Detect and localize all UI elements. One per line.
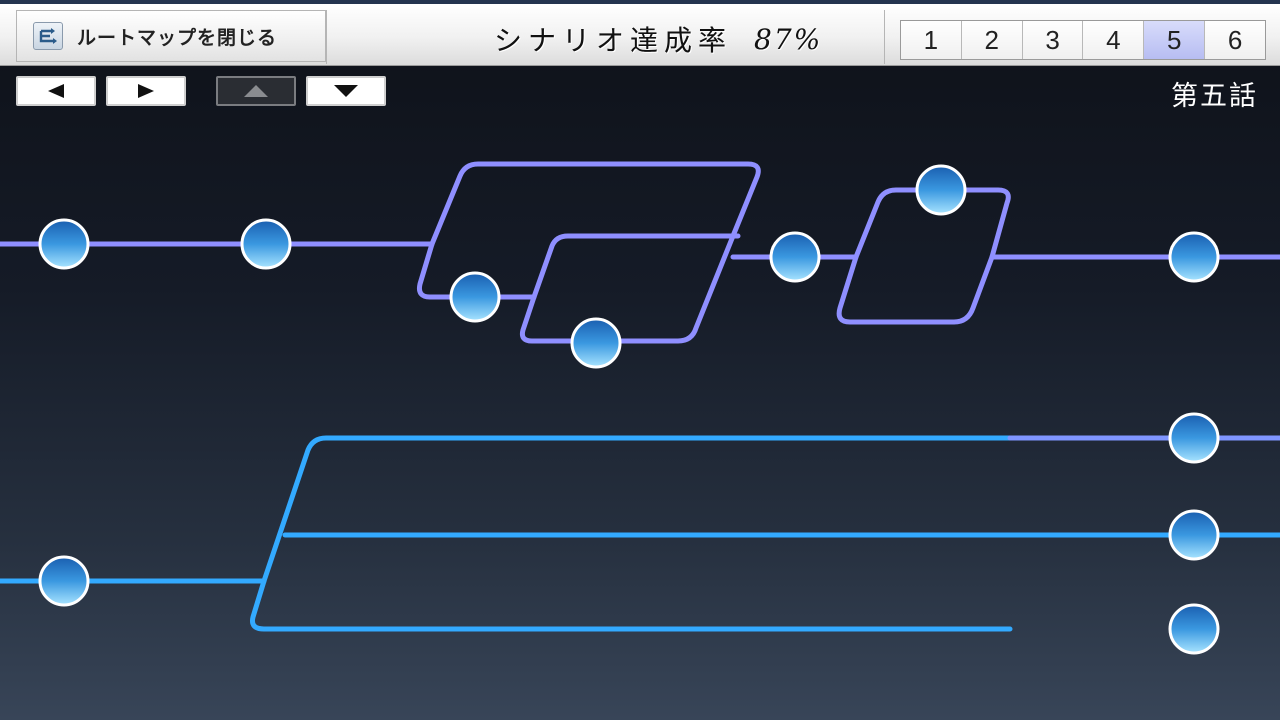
route-branch [429, 161, 761, 247]
route-branch [836, 254, 995, 325]
scenario-node[interactable] [38, 555, 90, 607]
scenario-node[interactable] [1168, 231, 1220, 283]
scenario-node[interactable] [1168, 509, 1220, 561]
scenario-node[interactable] [915, 164, 967, 216]
route-branch [531, 233, 741, 300]
scenario-node[interactable] [570, 317, 622, 369]
route-branch [519, 233, 736, 344]
scenario-node[interactable] [449, 271, 501, 323]
route-map [0, 161, 1280, 655]
scenario-node[interactable] [1168, 412, 1220, 464]
scenario-node[interactable] [38, 218, 90, 270]
scenario-node[interactable] [1168, 603, 1220, 655]
scenario-node[interactable] [240, 218, 292, 270]
route-branch [261, 435, 1013, 584]
route-branch [250, 578, 1013, 632]
scenario-node[interactable] [769, 231, 821, 283]
